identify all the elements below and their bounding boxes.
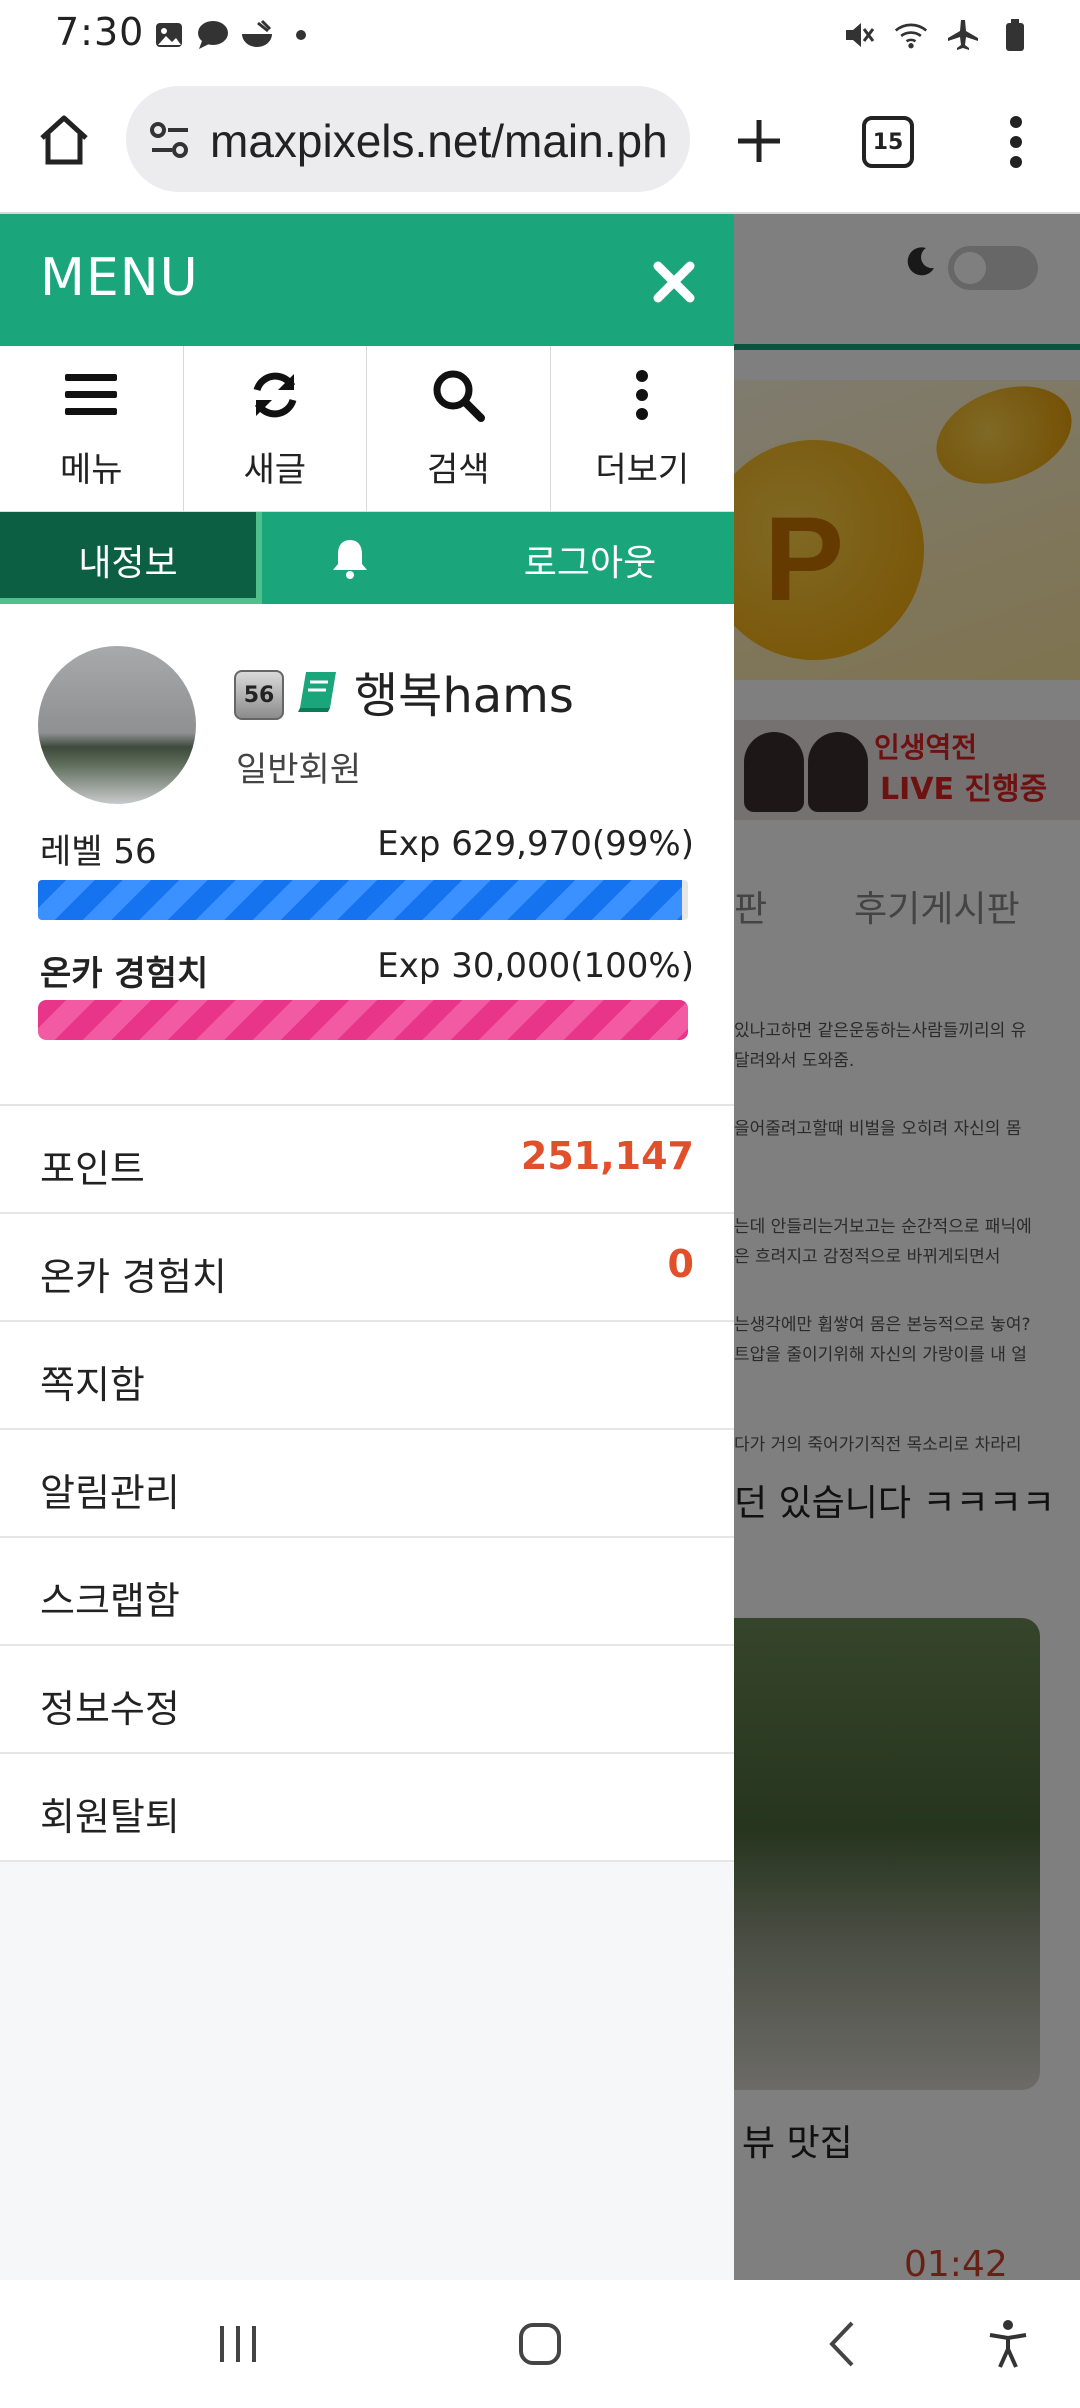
- menu-item-onca-exp[interactable]: 온카 경험치 0: [0, 1214, 734, 1322]
- quick-action-search[interactable]: 검색: [367, 346, 551, 512]
- plus-icon: [738, 120, 780, 162]
- level-exp: Exp 629,970(99%): [377, 824, 694, 864]
- menu-overlay-backdrop[interactable]: [734, 214, 1080, 2280]
- close-icon[interactable]: [650, 258, 698, 306]
- tab-my-info-label: 내정보: [78, 543, 178, 584]
- menu-item-label: 회원탈퇴: [40, 1795, 180, 1839]
- new-tab-button[interactable]: [724, 106, 794, 176]
- home-icon: [40, 115, 88, 165]
- system-icons: [842, 18, 1032, 52]
- menu-item-messages[interactable]: 쪽지함: [0, 1322, 734, 1430]
- accessibility-icon: [989, 2320, 1027, 2368]
- tab-switcher-button[interactable]: 15: [862, 116, 914, 168]
- browser-toolbar: maxpixels.net/main.ph 15: [0, 72, 1080, 214]
- quick-action-label: 더보기: [595, 450, 690, 490]
- menu-tabs: 내정보 로그아웃: [0, 512, 734, 604]
- menu-item-label: 포인트: [40, 1147, 145, 1191]
- onca-exp-count: 0: [667, 1242, 694, 1286]
- system-nav-bar: [0, 2280, 1080, 2408]
- onca-progress-fill: [38, 1000, 688, 1040]
- bowl-icon: [240, 18, 274, 52]
- menu-item-scraps[interactable]: 스크랩함: [0, 1538, 734, 1646]
- level-progress-fill: [38, 880, 682, 920]
- recent-apps-button[interactable]: [208, 2314, 268, 2374]
- menu-list: 포인트 251,147 온카 경험치 0 쪽지함 알림관리 스크랩함 정보수정 …: [0, 1106, 734, 1862]
- menu-item-label: 알림관리: [40, 1471, 180, 1515]
- more-vertical-icon: [613, 366, 671, 424]
- menu-item-notifications[interactable]: 알림관리: [0, 1430, 734, 1538]
- menu-item-edit-profile[interactable]: 정보수정: [0, 1646, 734, 1754]
- browser-menu-button[interactable]: [988, 110, 1044, 174]
- menu-item-withdraw[interactable]: 회원탈퇴: [0, 1754, 734, 1862]
- side-menu: MENU 메뉴 새글 검색 더보기 내정보 로그아웃 56 행복hams 일반회…: [0, 214, 734, 2280]
- home-nav-button[interactable]: [510, 2314, 570, 2374]
- site-settings-icon[interactable]: [148, 118, 192, 162]
- home-button[interactable]: [32, 108, 96, 172]
- home-nav-icon: [519, 2323, 561, 2365]
- member-type: 일반회원: [236, 750, 362, 790]
- bell-icon[interactable]: [328, 536, 372, 580]
- quick-action-more[interactable]: 더보기: [551, 346, 735, 512]
- quick-action-menu[interactable]: 메뉴: [0, 346, 184, 512]
- address-bar[interactable]: maxpixels.net/main.ph: [126, 86, 690, 192]
- refresh-icon: [246, 366, 304, 424]
- quick-actions: 메뉴 새글 검색 더보기: [0, 346, 734, 512]
- quick-action-new-posts[interactable]: 새글: [184, 346, 367, 512]
- menu-item-points[interactable]: 포인트 251,147: [0, 1106, 734, 1214]
- onca-exp-label: 온카 경험치: [40, 954, 209, 994]
- level-label: 레벨 56: [40, 832, 157, 872]
- menu-item-label: 쪽지함: [40, 1363, 145, 1407]
- battery-icon: [998, 18, 1032, 52]
- menu-item-label: 스크랩함: [40, 1579, 180, 1623]
- back-icon: [829, 2321, 854, 2367]
- mute-icon: [842, 18, 876, 52]
- nickname: 행복hams: [354, 668, 574, 724]
- level-badge: 56: [234, 670, 284, 720]
- search-icon: [429, 366, 487, 424]
- chat-icon: [196, 18, 230, 52]
- profile-card: 56 행복hams 일반회원 레벨 56 Exp 629,970(99%) 온카…: [0, 604, 734, 1106]
- notification-icons: [152, 18, 318, 52]
- menu-item-label: 온카 경험치: [40, 1255, 227, 1299]
- tab-my-info[interactable]: 내정보: [0, 512, 262, 604]
- quick-action-label: 검색: [426, 450, 490, 490]
- onca-exp-value: Exp 30,000(100%): [377, 946, 694, 986]
- gallery-icon: [152, 18, 186, 52]
- logout-button[interactable]: 로그아웃: [480, 534, 700, 586]
- avatar[interactable]: [38, 646, 196, 804]
- points-value: 251,147: [520, 1134, 694, 1178]
- quick-action-label: 메뉴: [59, 450, 123, 490]
- level-progress-bar: [38, 880, 688, 920]
- quick-action-label: 새글: [243, 450, 307, 490]
- status-time: 7:30: [55, 10, 145, 54]
- menu-header: MENU: [0, 214, 734, 346]
- menu-title: MENU: [40, 248, 199, 308]
- more-vertical-icon: [1010, 116, 1022, 168]
- book-icon: [298, 672, 336, 712]
- accessibility-button[interactable]: [978, 2314, 1038, 2374]
- airplane-icon: [946, 18, 980, 52]
- hamburger-icon: [62, 366, 120, 424]
- recent-apps-icon: [220, 2326, 256, 2362]
- menu-item-label: 정보수정: [40, 1687, 180, 1731]
- url-text[interactable]: maxpixels.net/main.ph: [210, 114, 668, 168]
- back-button[interactable]: [812, 2314, 872, 2374]
- dot-icon: [284, 18, 318, 52]
- status-bar: 7:30: [0, 0, 1080, 72]
- onca-progress-bar: [38, 1000, 688, 1040]
- wifi-icon: [894, 18, 928, 52]
